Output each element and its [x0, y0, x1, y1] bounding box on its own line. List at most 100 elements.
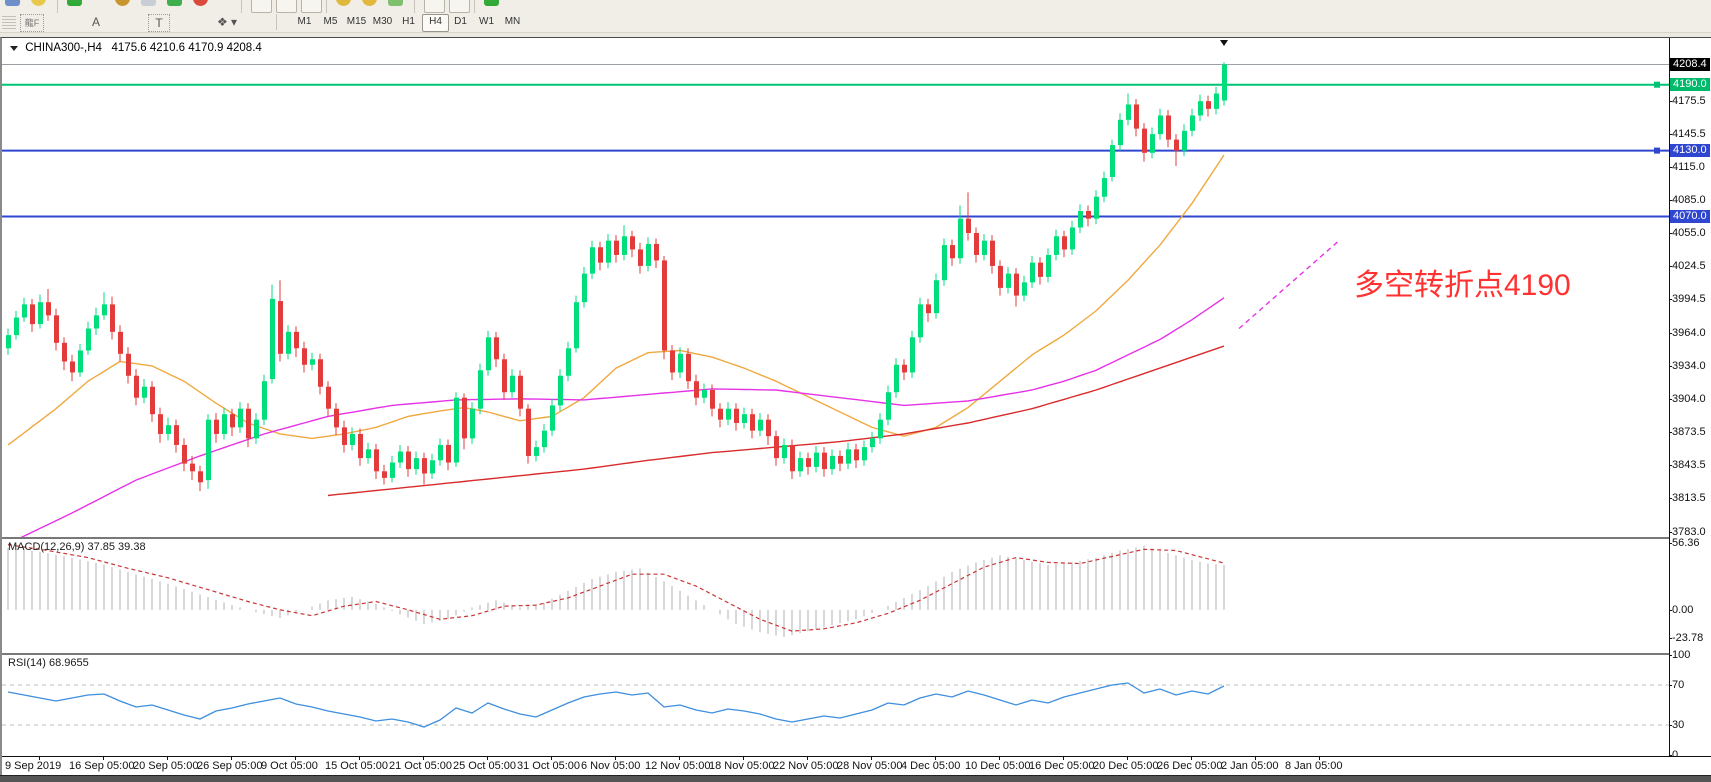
toolbar-icon[interactable]	[484, 0, 499, 6]
time-tick-mark	[615, 757, 616, 760]
price-tick-label: 3964.0	[1672, 327, 1706, 339]
tools-and-timeframe-toolbar: ⿓F A T ❖ ▾ M1M5M15M30H1H4D1W1MN	[0, 13, 1711, 33]
time-tick-label: 16 Dec 05:00	[1029, 760, 1094, 772]
time-tick-mark	[807, 757, 808, 760]
timeframe-button-h1[interactable]: H1	[396, 14, 421, 30]
timeframe-button-w1[interactable]: W1	[474, 14, 499, 30]
time-tick-mark	[295, 757, 296, 760]
chart-ohlc-values: 4175.6 4210.6 4170.9 4208.4	[112, 42, 262, 54]
time-tick-label: 4 Dec 05:00	[901, 760, 960, 772]
time-tick-label: 20 Dec 05:00	[1093, 760, 1158, 772]
macd-indicator-pane[interactable]	[2, 537, 1669, 653]
rsi-tick-label: 70	[1672, 679, 1684, 691]
macd-tick-label: -23.78	[1672, 632, 1703, 644]
price-tick-label: 3843.5	[1672, 459, 1706, 471]
time-tick-label: 26 Dec 05:00	[1157, 760, 1222, 772]
time-tick-label: 10 Dec 05:00	[965, 760, 1030, 772]
toolbar-icon[interactable]	[167, 0, 182, 6]
rsi-tick-label: 100	[1672, 649, 1690, 661]
chart-window[interactable]: CHINA300-,H4 4175.6 4210.6 4170.9 4208.4…	[0, 37, 1711, 775]
chevron-down-icon[interactable]	[10, 46, 18, 51]
time-tick-mark	[743, 757, 744, 760]
time-tick-mark	[487, 757, 488, 760]
toolbar-icon[interactable]	[193, 0, 208, 6]
crosshair-grid-icon[interactable]: ⿓F	[20, 14, 44, 32]
text-label-icon[interactable]: A	[86, 14, 106, 30]
time-tick-label: 22 Nov 05:00	[773, 760, 838, 772]
time-tick-label: 25 Oct 05:00	[453, 760, 516, 772]
chart-title: CHINA300-,H4 4175.6 4210.6 4170.9 4208.4	[10, 42, 262, 54]
rsi-indicator-label: RSI(14) 68.9655	[8, 657, 89, 669]
time-tick-label: 28 Nov 05:00	[837, 760, 902, 772]
price-tick-label: 3994.5	[1672, 293, 1706, 305]
price-tick-label: 4055.0	[1672, 227, 1706, 239]
price-tick-label: 4024.5	[1672, 260, 1706, 272]
toolbar-icon[interactable]	[251, 0, 272, 13]
time-tick-mark	[39, 757, 40, 760]
price-badge: 4130.0	[1670, 144, 1710, 157]
chart-shift-marker-icon[interactable]	[1220, 40, 1228, 46]
chart-symbol-label: CHINA300-,H4	[25, 42, 102, 54]
time-tick-mark	[1319, 757, 1320, 760]
timeframe-button-m30[interactable]: M30	[370, 14, 395, 30]
timeframe-button-m5[interactable]: M5	[318, 14, 343, 30]
toolbar-separator	[276, 14, 277, 30]
price-tick-label: 3873.5	[1672, 426, 1706, 438]
time-tick-mark	[359, 757, 360, 760]
time-tick-label: 8 Jan 05:00	[1285, 760, 1343, 772]
toolbar-icon[interactable]	[336, 0, 351, 6]
price-badge: 4190.0	[1670, 78, 1710, 91]
text-icon[interactable]: T	[148, 14, 170, 32]
toolbar-icon[interactable]	[424, 0, 445, 13]
price-tick-label: 3934.0	[1672, 360, 1706, 372]
time-tick-mark	[1255, 757, 1256, 760]
timeframe-button-mn[interactable]: MN	[500, 14, 525, 30]
arrow-styles-icon[interactable]: ❖ ▾	[212, 14, 242, 30]
time-tick-mark	[999, 757, 1000, 760]
time-tick-label: 26 Sep 05:00	[197, 760, 262, 772]
macd-indicator-label: MACD(12,26,9) 37.85 39.38	[8, 541, 146, 553]
toolbar-icon[interactable]	[388, 0, 403, 6]
toolbar-icon[interactable]	[115, 0, 130, 6]
price-tick-label: 3813.5	[1672, 492, 1706, 504]
time-axis[interactable]: 9 Sep 201916 Sep 05:0020 Sep 05:0026 Sep…	[2, 756, 1711, 776]
toolbar-icon[interactable]	[449, 0, 470, 13]
rsi-tick-label: 30	[1672, 719, 1684, 731]
time-tick-label: 2 Jan 05:00	[1221, 760, 1279, 772]
time-tick-mark	[871, 757, 872, 760]
toolbar-separator	[474, 0, 475, 13]
time-tick-mark	[679, 757, 680, 760]
timeframe-button-d1[interactable]: D1	[448, 14, 473, 30]
time-tick-label: 9 Sep 2019	[5, 760, 61, 772]
time-tick-mark	[935, 757, 936, 760]
toolbar-icon[interactable]	[5, 0, 20, 6]
toolbar-icon[interactable]	[362, 0, 377, 6]
time-tick-mark	[551, 757, 552, 760]
toolbar-icon[interactable]	[31, 0, 46, 6]
timeframe-button-h4[interactable]: H4	[422, 14, 449, 32]
timeframe-button-m1[interactable]: M1	[292, 14, 317, 30]
rsi-indicator-pane[interactable]	[2, 653, 1669, 758]
macd-tick-label: 56.36	[1672, 537, 1700, 549]
time-tick-label: 15 Oct 05:00	[325, 760, 388, 772]
time-tick-label: 18 Nov 05:00	[709, 760, 774, 772]
time-tick-mark	[1127, 757, 1128, 760]
price-axis[interactable]: 4175.54145.54115.04085.04055.04024.53994…	[1669, 38, 1711, 756]
toolbar-icon[interactable]	[67, 0, 82, 6]
macd-tick-label: 0.00	[1672, 604, 1693, 616]
toolbar-icon[interactable]	[141, 0, 156, 6]
time-tick-label: 21 Oct 05:00	[389, 760, 452, 772]
time-tick-mark	[231, 757, 232, 760]
timeframe-button-m15[interactable]: M15	[344, 14, 369, 30]
time-tick-mark	[1063, 757, 1064, 760]
price-tick-label: 4115.0	[1672, 161, 1705, 173]
toolbar-icon[interactable]	[276, 0, 297, 13]
time-tick-mark	[1191, 757, 1192, 760]
price-tick-label: 4175.5	[1672, 95, 1706, 107]
toolbar-icon[interactable]	[301, 0, 322, 13]
toolbar-separator	[57, 0, 58, 13]
price-tick-label: 4145.5	[1672, 128, 1706, 140]
top-toolbar-clipped[interactable]	[0, 0, 1711, 14]
toolbar-drag-handle[interactable]	[2, 15, 16, 29]
time-tick-mark	[167, 757, 168, 760]
